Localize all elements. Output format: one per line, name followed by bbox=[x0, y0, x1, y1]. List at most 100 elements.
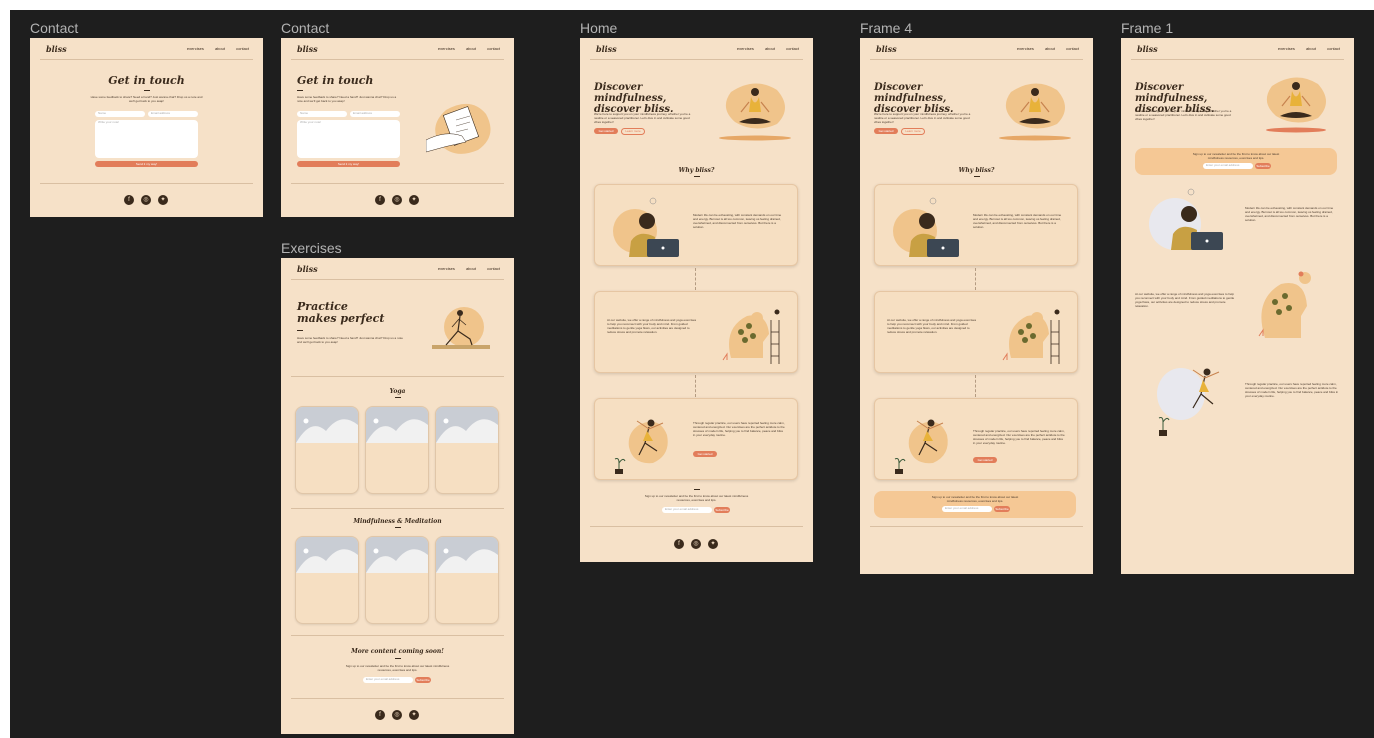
instagram-icon[interactable]: ◎ bbox=[392, 195, 402, 205]
burnout-illustration bbox=[613, 197, 679, 257]
jumping-joy-illustration bbox=[1157, 368, 1220, 436]
nav-link-exercises[interactable]: exercises bbox=[1017, 46, 1034, 51]
email-field[interactable]: Email address bbox=[148, 111, 198, 117]
frame-label-exercises[interactable]: Exercises bbox=[281, 240, 342, 256]
facebook-icon[interactable]: f bbox=[674, 539, 684, 549]
logo[interactable]: bliss bbox=[46, 44, 67, 54]
jumping-joy-illustration bbox=[894, 419, 948, 474]
title-underline bbox=[974, 176, 980, 177]
frame-label-contact-2[interactable]: Contact bbox=[281, 20, 329, 36]
title-underline bbox=[694, 176, 700, 177]
logo[interactable]: bliss bbox=[1137, 44, 1158, 54]
subscribe-button[interactable]: Subscribe bbox=[415, 677, 431, 683]
newsletter-email-field[interactable]: Enter your email address bbox=[662, 507, 712, 513]
nav-link-contact[interactable]: contact bbox=[1327, 46, 1340, 51]
hero-title: Discover mindfulness, discover bliss. bbox=[874, 82, 954, 115]
logo[interactable]: bliss bbox=[297, 44, 318, 54]
get-started-button[interactable]: Get started bbox=[874, 128, 898, 134]
nav-link-contact[interactable]: contact bbox=[786, 46, 799, 51]
title-underline bbox=[297, 90, 303, 91]
meditation-card[interactable] bbox=[295, 536, 359, 624]
subscribe-button[interactable]: Subscribe bbox=[994, 506, 1010, 512]
nav-link-about[interactable]: about bbox=[466, 266, 476, 271]
learn-more-button[interactable]: Learn more bbox=[901, 128, 925, 135]
section-divider bbox=[291, 508, 504, 509]
nav-link-about[interactable]: about bbox=[466, 46, 476, 51]
newsletter-email-field[interactable]: Enter your email address bbox=[942, 506, 992, 512]
twitter-icon[interactable]: ✦ bbox=[409, 710, 419, 720]
yoga-card[interactable] bbox=[365, 406, 429, 494]
get-started-button[interactable]: Get started bbox=[594, 128, 618, 134]
instagram-icon[interactable]: ◎ bbox=[141, 195, 151, 205]
frame-contact-1[interactable]: bliss exercises about contact Get in tou… bbox=[30, 38, 263, 217]
newsletter-banner: Sign up to our newsletter and be the fir… bbox=[874, 491, 1076, 518]
nav-link-exercises[interactable]: exercises bbox=[438, 46, 455, 51]
twitter-icon[interactable]: ✦ bbox=[409, 195, 419, 205]
frame-label-home[interactable]: Home bbox=[580, 20, 617, 36]
nav-link-contact[interactable]: contact bbox=[1066, 46, 1079, 51]
section-title-yoga: Yoga bbox=[389, 388, 406, 395]
instagram-icon[interactable]: ◎ bbox=[691, 539, 701, 549]
meditation-card[interactable] bbox=[435, 536, 499, 624]
frame-label-frame-4[interactable]: Frame 4 bbox=[860, 20, 912, 36]
newsletter-email-field[interactable]: Enter your email address bbox=[1203, 163, 1253, 169]
why-card-3-text: Through regular practice, our users have… bbox=[693, 421, 785, 437]
twitter-icon[interactable]: ✦ bbox=[708, 539, 718, 549]
why-card-3: Through regular practice, our users have… bbox=[874, 398, 1078, 480]
card-get-started-button[interactable]: Get started bbox=[693, 451, 717, 457]
nav-link-exercises[interactable]: exercises bbox=[1278, 46, 1295, 51]
nav-link-about[interactable]: about bbox=[1306, 46, 1316, 51]
why-card-1: Modern life can be exhausting, with cons… bbox=[594, 184, 798, 266]
message-field[interactable]: Write your note! bbox=[95, 120, 198, 158]
card-get-started-button[interactable]: Get started bbox=[973, 457, 997, 463]
newsletter-email-field[interactable]: Enter your email address bbox=[363, 677, 413, 683]
nav-link-contact[interactable]: contact bbox=[236, 46, 249, 51]
twitter-icon[interactable]: ✦ bbox=[158, 195, 168, 205]
logo[interactable]: bliss bbox=[596, 44, 617, 54]
facebook-icon[interactable]: f bbox=[124, 195, 134, 205]
yoga-card[interactable] bbox=[295, 406, 359, 494]
frame-label-frame-1[interactable]: Frame 1 bbox=[1121, 20, 1173, 36]
section-underline bbox=[395, 527, 401, 528]
name-field[interactable]: Name bbox=[297, 111, 347, 117]
nav-links: exercises about contact bbox=[1007, 46, 1079, 51]
frame-home[interactable]: bliss exercises about contact Discover m… bbox=[580, 38, 813, 562]
name-field[interactable]: Name bbox=[95, 111, 145, 117]
subscribe-button[interactable]: Subscribe bbox=[714, 507, 730, 513]
writing-illustration bbox=[426, 103, 491, 154]
instagram-icon[interactable]: ◎ bbox=[392, 710, 402, 720]
nav-link-exercises[interactable]: exercises bbox=[438, 266, 455, 271]
hero-subtitle: We're here to support you on your mindfu… bbox=[594, 112, 691, 124]
burnout-illustration bbox=[893, 197, 959, 257]
frame-1[interactable]: bliss exercises about contact Discover m… bbox=[1121, 38, 1354, 574]
learn-more-button[interactable]: Learn more bbox=[621, 128, 645, 135]
page-title: Get in touch bbox=[297, 74, 374, 87]
section-divider bbox=[291, 635, 504, 636]
meditation-card[interactable] bbox=[365, 536, 429, 624]
nav-divider bbox=[870, 59, 1083, 60]
frame-4[interactable]: bliss exercises about contact Discover m… bbox=[860, 38, 1093, 574]
frame-exercises[interactable]: bliss exercises about contact Practice m… bbox=[281, 258, 514, 734]
yoga-card[interactable] bbox=[435, 406, 499, 494]
newsletter-text: Sign up to our newsletter and be the fir… bbox=[931, 495, 1019, 503]
facebook-icon[interactable]: f bbox=[375, 710, 385, 720]
nav-link-about[interactable]: about bbox=[1045, 46, 1055, 51]
subscribe-button[interactable]: Subscribe bbox=[1255, 163, 1271, 169]
logo[interactable]: bliss bbox=[297, 264, 318, 274]
frame-contact-2[interactable]: bliss exercises about contact Get in tou… bbox=[281, 38, 514, 217]
message-field[interactable]: Write your note! bbox=[297, 120, 400, 158]
email-field[interactable]: Email address bbox=[350, 111, 400, 117]
nav-link-about[interactable]: about bbox=[215, 46, 225, 51]
facebook-icon[interactable]: f bbox=[375, 195, 385, 205]
footer-divider bbox=[870, 526, 1083, 527]
logo[interactable]: bliss bbox=[876, 44, 897, 54]
nav-link-about[interactable]: about bbox=[765, 46, 775, 51]
nav-link-contact[interactable]: contact bbox=[487, 266, 500, 271]
send-button[interactable]: Send it my way! bbox=[95, 161, 198, 167]
nav-link-exercises[interactable]: exercises bbox=[187, 46, 204, 51]
nav-link-contact[interactable]: contact bbox=[487, 46, 500, 51]
send-button[interactable]: Send it my way! bbox=[297, 161, 400, 167]
frame-label-contact-1[interactable]: Contact bbox=[30, 20, 78, 36]
burnout-illustration bbox=[1149, 188, 1223, 250]
nav-link-exercises[interactable]: exercises bbox=[737, 46, 754, 51]
